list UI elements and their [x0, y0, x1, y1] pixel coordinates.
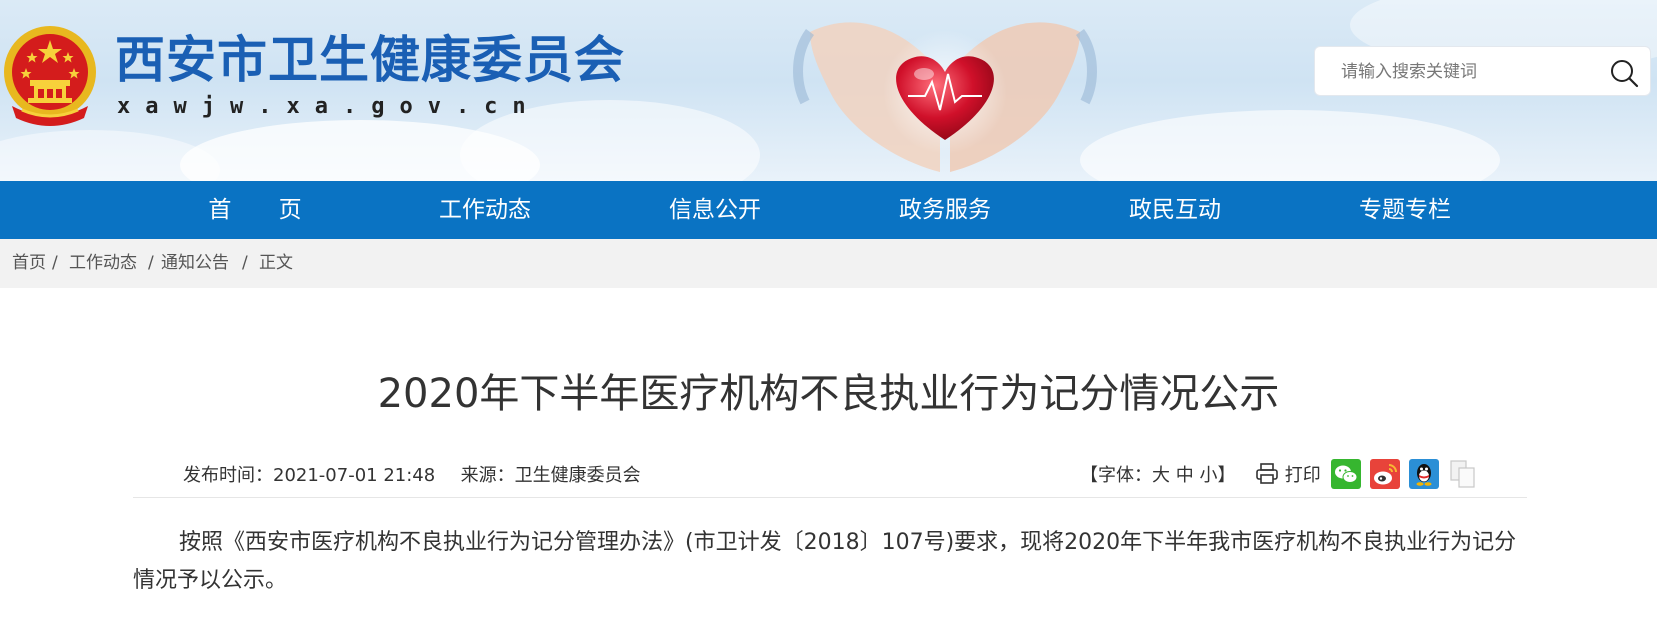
nav-item-info-disclosure[interactable]: 信息公开	[635, 181, 795, 239]
font-size-switcher: 【字体：大 中 小】	[1080, 462, 1235, 490]
article-meta: 发布时间：2021-07-01 21:48 来源：卫生健康委员会	[183, 462, 641, 490]
heart-hands-illustration	[793, 22, 1097, 172]
font-size-medium[interactable]: 中	[1176, 465, 1194, 486]
breadcrumb-separator: /	[242, 253, 248, 273]
breadcrumb: 首页 / 工作动态 / 通知公告 / 正文	[0, 239, 1657, 288]
search-icon[interactable]	[1608, 57, 1640, 89]
breadcrumb-separator: /	[148, 253, 154, 273]
nav-item-government-services[interactable]: 政务服务	[865, 181, 1025, 239]
source-label: 来源：	[460, 465, 515, 486]
printer-icon	[1256, 463, 1278, 484]
breadcrumb-current: 正文	[259, 253, 293, 273]
meta-divider	[133, 497, 1527, 498]
article-title: 2020年下半年医疗机构不良执业行为记分情况公示	[377, 371, 1280, 417]
search-input[interactable]	[1341, 59, 1591, 85]
main-nav: 首 页 工作动态 信息公开 政务服务 政民互动 专题专栏	[0, 181, 1657, 239]
source-value: 卫生健康委员会	[514, 465, 641, 486]
nav-item-work-news[interactable]: 工作动态	[405, 181, 565, 239]
site-domain: xawjw.xa.gov.cn	[117, 94, 541, 119]
breadcrumb-notices[interactable]: 通知公告	[161, 253, 229, 273]
site-header: 西安市卫生健康委员会 xawjw.xa.gov.cn	[0, 0, 1657, 181]
font-size-large[interactable]: 大	[1152, 465, 1170, 486]
qq-icon[interactable]	[1409, 459, 1439, 489]
font-size-suffix: 】	[1217, 465, 1236, 486]
cloud-decoration	[1080, 110, 1500, 181]
print-button[interactable]: 打印	[1255, 462, 1321, 490]
nav-item-home[interactable]: 首 页	[175, 181, 335, 239]
nav-item-special-topics[interactable]: 专题专栏	[1325, 181, 1485, 239]
publish-time: 2021-07-01 21:48	[273, 465, 436, 486]
wechat-icon[interactable]	[1331, 459, 1361, 489]
nav-item-public-interaction[interactable]: 政民互动	[1095, 181, 1255, 239]
cloud-decoration	[0, 130, 220, 181]
breadcrumb-work-news[interactable]: 工作动态	[69, 253, 137, 273]
font-size-prefix: 【字体：	[1080, 465, 1152, 486]
search-box	[1314, 46, 1651, 96]
article-body-paragraph: 按照《西安市医疗机构不良执业行为记分管理办法》(市卫计发〔2018〕107号)要…	[133, 530, 1517, 593]
publish-time-label: 发布时间：	[183, 465, 273, 486]
site-title: 西安市卫生健康委员会	[115, 31, 625, 89]
breadcrumb-separator: /	[52, 253, 58, 273]
breadcrumb-home[interactable]: 首页	[12, 253, 46, 273]
weibo-icon[interactable]	[1370, 459, 1400, 489]
copy-icon[interactable]	[1448, 459, 1478, 489]
font-size-small[interactable]: 小	[1199, 465, 1217, 486]
national-emblem-icon	[4, 26, 96, 126]
print-label: 打印	[1284, 465, 1321, 486]
